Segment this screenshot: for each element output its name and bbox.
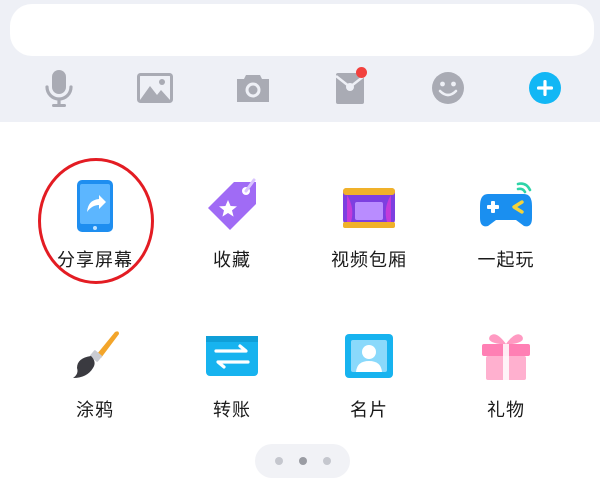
red-envelope-button[interactable] (326, 64, 374, 112)
transfer-icon (206, 336, 258, 376)
notification-badge (356, 67, 367, 78)
app-gift[interactable]: 礼物 (446, 328, 566, 448)
gift-icon (482, 334, 530, 380)
app-play-together[interactable]: 一起玩 (446, 178, 566, 298)
app-label: 收藏 (213, 250, 251, 271)
camera-button[interactable] (229, 64, 277, 112)
camera-icon (237, 75, 269, 102)
app-favorites[interactable]: 收藏 (172, 178, 292, 298)
favorites-icon (208, 178, 256, 230)
gamepad-icon (480, 182, 532, 227)
image-icon (137, 73, 173, 103)
page-dot[interactable] (323, 457, 331, 465)
app-transfer[interactable]: 转账 (172, 328, 292, 448)
app-label: 礼物 (487, 400, 525, 421)
app-doodle[interactable]: 涂鸦 (35, 328, 155, 448)
image-button[interactable] (131, 64, 179, 112)
app-contact-card[interactable]: 名片 (309, 328, 429, 448)
page-dot[interactable] (275, 457, 283, 465)
app-label: 转账 (213, 400, 251, 421)
emoji-button[interactable] (424, 64, 472, 112)
paintbrush-icon (73, 331, 119, 378)
input-toolbar-area (0, 0, 600, 122)
message-input[interactable] (10, 4, 594, 56)
highlight-annotation-ring (38, 158, 154, 284)
emoji-icon (432, 72, 464, 104)
app-video-theater[interactable]: 视频包厢 (309, 178, 429, 298)
app-label: 涂鸦 (76, 400, 114, 421)
contact-card-icon (345, 334, 393, 378)
voice-button[interactable] (35, 64, 83, 112)
app-label: 视频包厢 (331, 250, 407, 271)
microphone-icon (45, 70, 73, 107)
page-dot-current[interactable] (299, 457, 307, 465)
video-theater-icon (343, 188, 395, 228)
plus-icon (529, 72, 561, 104)
app-label: 一起玩 (477, 250, 535, 271)
more-button[interactable] (521, 64, 569, 112)
page-indicator[interactable] (255, 444, 350, 478)
app-label: 名片 (350, 400, 388, 421)
